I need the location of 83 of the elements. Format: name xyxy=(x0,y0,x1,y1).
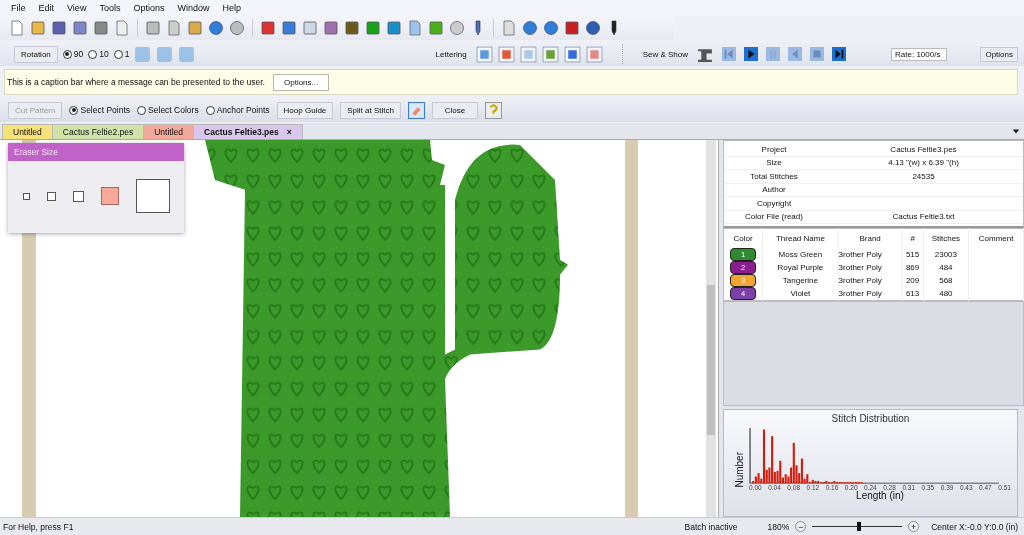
mode-radio[interactable]: Anchor Points xyxy=(205,105,270,115)
hoop-guide-button[interactable]: Hoop Guide xyxy=(276,101,334,119)
property-label: Copyright xyxy=(755,198,793,208)
menu-item[interactable]: Window xyxy=(177,3,210,13)
mode-radio[interactable]: Select Colors xyxy=(137,105,199,115)
column-header: Thread Name xyxy=(762,228,839,248)
document-tab[interactable]: Cactus Feltie2.pes xyxy=(51,124,145,139)
table-cell: Royal Purple xyxy=(762,261,839,274)
document-tab[interactable]: Cactus Feltie3.pes × xyxy=(193,124,303,139)
close-button[interactable]: Close xyxy=(431,101,478,119)
status-text: Batch inactive xyxy=(684,521,738,532)
table-cell: 3rother Poly xyxy=(838,287,903,301)
rotation-radio[interactable]: 90 xyxy=(62,49,84,59)
options-button[interactable]: Options... xyxy=(273,73,330,91)
column-header: Comment xyxy=(968,228,1024,248)
column-header: # xyxy=(902,228,924,248)
property-label: Size xyxy=(765,158,783,168)
split-at-stitch-button[interactable]: Split at Stitch xyxy=(340,101,401,119)
table-cell: 209 xyxy=(902,274,924,287)
table-cell: 613 xyxy=(902,287,924,301)
eraser-size-option[interactable] xyxy=(23,192,30,200)
zoom-out-button[interactable]: − xyxy=(795,521,807,532)
table-cell: 23003 xyxy=(923,248,969,261)
lettering-label: Lettering xyxy=(435,49,467,59)
dropdown-caret-icon[interactable] xyxy=(1012,127,1020,135)
table-cell: 3rother Poly xyxy=(838,248,903,261)
skip-end-icon[interactable] xyxy=(832,47,847,61)
menu-item[interactable]: Help xyxy=(222,3,241,13)
table-cell: 3rother Poly xyxy=(838,274,903,287)
stop-icon[interactable] xyxy=(810,47,825,61)
rotation-radio[interactable]: 10 xyxy=(88,49,109,59)
property-label: Total Stitches xyxy=(749,171,799,181)
pause-icon[interactable] xyxy=(766,47,781,61)
eraser-size-option[interactable] xyxy=(136,179,170,213)
table-cell: 568 xyxy=(923,274,969,287)
status-text: For Help, press F1 xyxy=(3,521,74,532)
property-label: Author xyxy=(761,185,787,195)
zoom-slider-thumb[interactable] xyxy=(857,522,862,531)
table-cell: 3rother Poly xyxy=(838,261,903,274)
property-value: 4.13 "(w) x 6.39 "(h) xyxy=(887,158,960,168)
table-cell: Moss Green xyxy=(762,248,839,261)
table-cell: Tangerine xyxy=(762,274,839,287)
scrollbar[interactable] xyxy=(706,140,716,517)
axis-label: Length (in) xyxy=(856,491,904,501)
menu-item[interactable]: File xyxy=(11,3,26,13)
menu-item[interactable]: Options xyxy=(133,3,165,13)
skip-start-icon[interactable] xyxy=(722,47,737,61)
table-cell: 480 xyxy=(923,287,969,301)
play-icon[interactable] xyxy=(744,47,759,61)
rotation-button[interactable]: Rotation xyxy=(14,45,58,63)
column-header: Stitches xyxy=(923,228,969,248)
eraser-icon[interactable] xyxy=(407,101,425,119)
panel-title: Eraser Size xyxy=(8,143,184,161)
eraser-size-option[interactable] xyxy=(47,191,56,201)
status-text: Center X:-0.0 Y:0.0 (in) xyxy=(931,521,1018,532)
property-value: 24535 xyxy=(911,171,936,181)
mode-radio[interactable]: Select Points xyxy=(69,105,131,115)
menu-item[interactable]: View xyxy=(67,3,87,13)
caption-message: This is a caption bar where a message can be presented to the user. xyxy=(7,77,265,87)
property-value: Cactus Feltie3.pes xyxy=(889,144,958,154)
document-icon[interactable] xyxy=(9,20,25,36)
chart-title: Stitch Distribution xyxy=(830,413,911,424)
property-label: Color File (read) xyxy=(744,212,804,222)
document-icon[interactable] xyxy=(501,20,517,36)
eraser-size-option[interactable] xyxy=(73,190,84,202)
zoom-in-button[interactable]: + xyxy=(908,521,920,532)
step-back-icon[interactable] xyxy=(788,47,803,61)
rate-field[interactable]: Rate: 1000/s xyxy=(891,47,948,61)
table-cell: 869 xyxy=(902,261,924,274)
table-cell: 484 xyxy=(923,261,969,274)
property-label: Project xyxy=(760,144,788,154)
menu-item[interactable]: Edit xyxy=(38,3,55,13)
axis-label: Number xyxy=(734,452,745,488)
sew-show-label: Sew & Show xyxy=(642,49,689,59)
menu-item[interactable]: Tools xyxy=(99,3,121,13)
column-header: Brand xyxy=(838,228,903,248)
document-tab[interactable]: Untitled xyxy=(2,124,53,139)
document-tab[interactable]: Untitled xyxy=(143,124,195,139)
table-cell: Violet xyxy=(762,287,839,301)
options-button[interactable]: Options xyxy=(980,46,1018,62)
zoom-percent: 180% xyxy=(767,521,790,532)
property-value: Cactus Feltie3.txt xyxy=(891,212,956,222)
table-cell: 515 xyxy=(902,248,924,261)
